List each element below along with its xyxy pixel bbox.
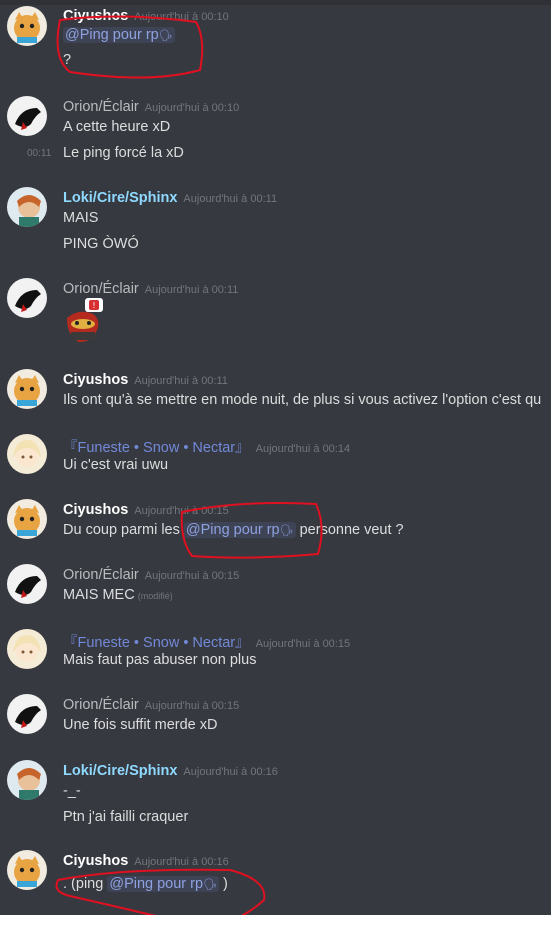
avatar-orion[interactable] bbox=[7, 278, 47, 318]
annotation-circle bbox=[56, 15, 204, 79]
speaking-head-icon: 🗣 bbox=[158, 30, 173, 42]
message-content: . (ping @Ping pour rp🗣 ) bbox=[63, 876, 228, 892]
message-text: Mais faut pas abuser non plus bbox=[63, 652, 257, 668]
timestamp: Aujourd'hui à 00:16 bbox=[134, 856, 229, 868]
message-text: ? bbox=[63, 52, 72, 68]
author-name[interactable]: Orion/Éclair bbox=[63, 697, 139, 713]
role-mention[interactable]: @Ping pour rp🗣 bbox=[63, 27, 175, 43]
avatar-ciyushos[interactable] bbox=[7, 369, 47, 409]
avatar-orion[interactable] bbox=[7, 694, 47, 734]
speaking-head-icon: 🗣 bbox=[279, 525, 294, 537]
sticker-image[interactable]: ! bbox=[63, 296, 103, 344]
timestamp: Aujourd'hui à 00:14 bbox=[255, 443, 351, 455]
message-content: @Ping pour rp🗣 bbox=[63, 27, 175, 43]
avatar-ciyushos[interactable] bbox=[7, 850, 47, 890]
timestamp: Aujourd'hui à 00:11 bbox=[144, 284, 239, 296]
author-name[interactable]: Ciyushos bbox=[63, 502, 128, 518]
author-name[interactable]: Orion/Éclair bbox=[63, 567, 139, 583]
timestamp: Aujourd'hui à 00:10 bbox=[144, 102, 240, 114]
role-mention[interactable]: @Ping pour rp🗣 bbox=[183, 522, 296, 538]
sticker-badge: ! bbox=[92, 301, 95, 310]
chat-message-list: Ciyushos Aujourd'hui à 00:10 @Ping pour r… bbox=[0, 0, 551, 915]
timestamp: Aujourd'hui à 00:11 bbox=[183, 193, 278, 205]
timestamp: Aujourd'hui à 00:15 bbox=[255, 638, 351, 650]
message-text: personne veut ? bbox=[295, 522, 404, 538]
message-text: Le ping forcé la xD bbox=[63, 145, 184, 161]
timestamp: Aujourd'hui à 00:11 bbox=[134, 375, 228, 387]
timestamp: Aujourd'hui à 00:15 bbox=[134, 505, 229, 517]
author-name[interactable]: Ciyushos bbox=[63, 372, 128, 388]
avatar-orion[interactable] bbox=[7, 564, 47, 604]
avatar-funeste[interactable] bbox=[7, 629, 47, 669]
message-text: MAIS bbox=[63, 210, 99, 226]
message-text: Du coup parmi les bbox=[63, 522, 184, 538]
author-name[interactable]: Loki/Cire/Sphinx bbox=[63, 763, 177, 779]
role-mention[interactable]: @Ping pour rp🗣 bbox=[107, 876, 220, 892]
timestamp: Aujourd'hui à 00:16 bbox=[183, 766, 278, 778]
author-name[interactable]: 『Funeste • Snow • Nectar』 bbox=[63, 440, 250, 456]
timestamp: Aujourd'hui à 00:10 bbox=[134, 11, 229, 23]
timestamp: Aujourd'hui à 00:15 bbox=[144, 570, 240, 582]
message-text: MAIS MEC bbox=[63, 587, 135, 603]
author-name[interactable]: Ciyushos bbox=[63, 8, 128, 24]
message-text: PING ÒWÓ bbox=[63, 236, 139, 252]
message-text: -_- bbox=[63, 783, 81, 799]
edited-label: (modifié) bbox=[137, 591, 173, 601]
avatar-loki[interactable] bbox=[7, 760, 47, 800]
speaking-head-icon: 🗣 bbox=[203, 879, 218, 891]
message-content: Du coup parmi les @Ping pour rp🗣 personn… bbox=[63, 522, 404, 538]
author-name[interactable]: 『Funeste • Snow • Nectar』 bbox=[63, 635, 250, 651]
author-name[interactable]: Ciyushos bbox=[63, 853, 128, 869]
hover-timestamp: 00:11 bbox=[27, 148, 52, 159]
timestamp: Aujourd'hui à 00:15 bbox=[144, 700, 240, 712]
author-name[interactable]: Loki/Cire/Sphinx bbox=[63, 190, 177, 206]
avatar-ciyushos[interactable] bbox=[7, 6, 47, 46]
message-content: MAIS MEC (modifié) bbox=[63, 587, 173, 603]
top-border bbox=[0, 0, 551, 5]
author-name[interactable]: Orion/Éclair bbox=[63, 281, 139, 297]
avatar-loki[interactable] bbox=[7, 187, 47, 227]
message-text: Ui c'est vrai uwu bbox=[63, 457, 169, 473]
author-name[interactable]: Orion/Éclair bbox=[63, 99, 139, 115]
message-text: Ptn j'ai failli craquer bbox=[63, 809, 189, 825]
avatar-orion[interactable] bbox=[7, 96, 47, 136]
message-text: . (ping bbox=[63, 876, 108, 892]
message-text: A cette heure xD bbox=[63, 119, 171, 135]
message-text: Une fois suffit merde xD bbox=[63, 717, 218, 733]
message-text: Ils ont qu'à se mettre en mode nuit, de … bbox=[63, 392, 542, 408]
message-text: ) bbox=[219, 876, 228, 892]
avatar-funeste[interactable] bbox=[7, 434, 47, 474]
avatar-ciyushos[interactable] bbox=[7, 499, 47, 539]
